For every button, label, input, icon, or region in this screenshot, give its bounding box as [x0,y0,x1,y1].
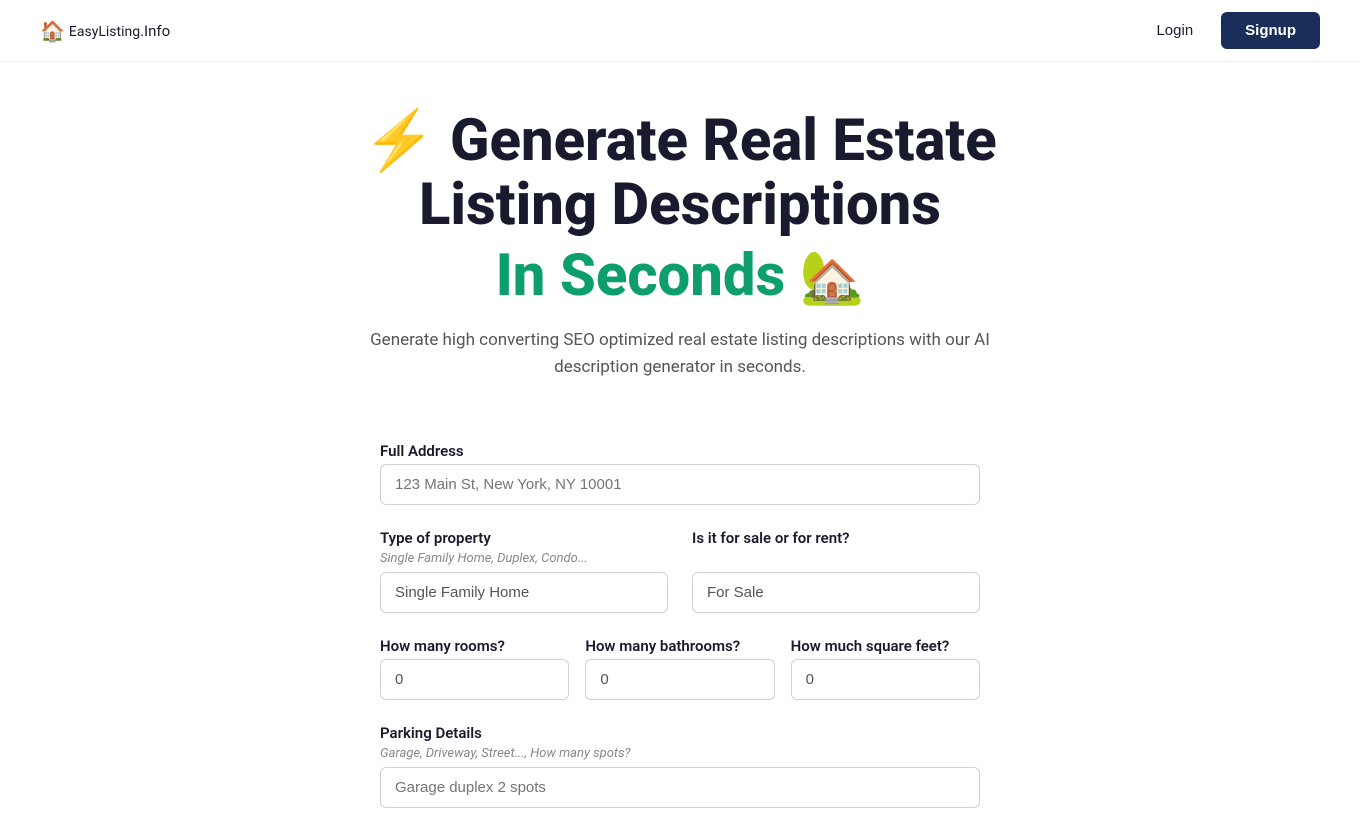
listing-form: Full Address Type of property Single Fam… [360,442,1000,808]
property-sale-row: Type of property Single Family Home, Dup… [380,529,980,613]
hero-description: Generate high converting SEO optimized r… [340,327,1020,381]
header: 🏠 EasyListing.Info Login Signup [0,0,1360,62]
sqft-label: How much square feet? [791,637,980,655]
hero-house-emoji: 🏡 [800,247,865,308]
property-type-hint: Single Family Home, Duplex, Condo... [380,551,668,566]
bathrooms-input[interactable] [585,659,774,700]
property-type-input[interactable] [380,572,668,613]
parking-hint: Garage, Driveway, Street..., How many sp… [380,746,980,761]
address-group: Full Address [380,442,980,505]
rooms-group: How many rooms? [380,637,569,700]
property-type-label: Type of property [380,529,668,547]
login-button[interactable]: Login [1144,14,1205,47]
hero-subtitle: In Seconds 🏡 [20,242,1340,312]
rooms-label: How many rooms? [380,637,569,655]
sale-rent-group: Is it for sale or for rent? [692,529,980,613]
metrics-row: How many rooms? How many bathrooms? How … [380,637,980,700]
parking-label: Parking Details [380,724,980,742]
sale-rent-label: Is it for sale or for rent? [692,529,980,547]
hero-line1: Generate Real Estate [450,107,997,175]
logo-text: EasyListing.Info [69,21,170,41]
rooms-input[interactable] [380,659,569,700]
logo-brand: EasyListing [69,24,140,40]
logo-suffix: .Info [140,22,170,40]
logo: 🏠 EasyListing.Info [40,19,170,43]
hero-line2: Listing Descriptions [419,171,941,239]
logo-icon: 🏠 [40,19,65,43]
bathrooms-label: How many bathrooms? [585,637,774,655]
address-input[interactable] [380,464,980,505]
sale-rent-hint-spacer [692,551,980,566]
parking-input[interactable] [380,767,980,808]
parking-group: Parking Details Garage, Driveway, Street… [380,724,980,808]
hero-title: ⚡ Generate Real Estate Listing Descripti… [20,110,1340,238]
property-type-group: Type of property Single Family Home, Dup… [380,529,668,613]
address-label: Full Address [380,442,980,460]
signup-button[interactable]: Signup [1221,12,1320,49]
sqft-input[interactable] [791,659,980,700]
bathrooms-group: How many bathrooms? [585,637,774,700]
nav-buttons: Login Signup [1144,12,1320,49]
hero-line3-text: In Seconds [496,242,786,310]
sale-rent-input[interactable] [692,572,980,613]
hero-section: ⚡ Generate Real Estate Listing Descripti… [0,62,1360,414]
sqft-group: How much square feet? [791,637,980,700]
hero-lightning-emoji: ⚡ [363,107,435,175]
